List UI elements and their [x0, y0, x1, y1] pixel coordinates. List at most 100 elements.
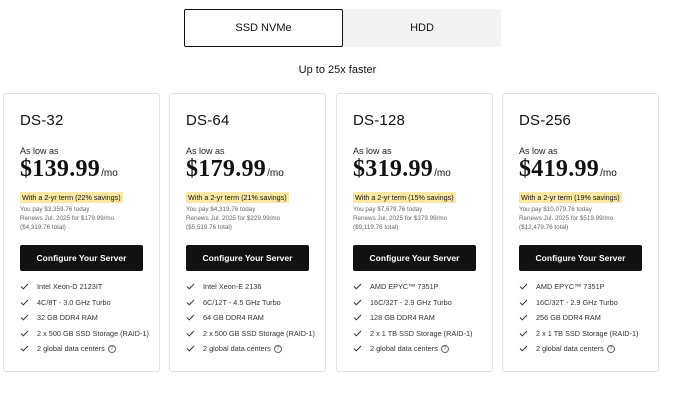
price: $139.99: [20, 156, 101, 182]
feature-text: 4C/8T - 3.0 GHz Turbo: [37, 297, 111, 307]
check-icon: [186, 283, 195, 290]
feature-list: AMD EPYC™ 7351P 16C/32T - 2.9 GHz Turbo …: [353, 279, 472, 357]
feature-list: AMD EPYC™ 7351P 16C/32T - 2.9 GHz Turbo …: [519, 279, 638, 357]
tagline: Up to 25x faster: [298, 64, 377, 76]
configure-server-button[interactable]: Configure Your Server: [519, 245, 642, 271]
configure-server-button[interactable]: Configure Your Server: [186, 245, 309, 271]
price-row: $139.99/mo: [20, 156, 118, 183]
feature-text: 2 global data centers: [203, 344, 271, 354]
plan-name: DS-64: [186, 112, 230, 129]
feature-text: AMD EPYC™ 7351P: [536, 282, 605, 292]
feature-text: 2 x 1 TB SSD Storage (RAID-1): [370, 328, 473, 338]
feature-item: Intel Xeon-D 2123IT: [20, 279, 149, 295]
check-icon: [519, 314, 528, 321]
pay-today-text: You pay $3,359.76 today: [20, 206, 90, 213]
feature-text: Intel Xeon-E 2136: [203, 282, 262, 292]
plan-card-ds-32: DS-32 As low as $139.99/mo With a 2-yr t…: [3, 93, 160, 372]
renewal-text: Renews Jul. 2025 for $519.99/mo: [519, 215, 614, 222]
as-low-as-label: As low as: [186, 146, 225, 156]
feature-item: 256 GB DDR4 RAM: [519, 310, 638, 326]
check-icon: [186, 299, 195, 306]
price-row: $179.99/mo: [186, 156, 284, 183]
feature-item: 2 global data centers?: [186, 341, 315, 357]
as-low-as-label: As low as: [519, 146, 558, 156]
plan-name: DS-128: [353, 112, 406, 129]
check-icon: [186, 345, 195, 352]
feature-list: Intel Xeon-D 2123IT 4C/8T - 3.0 GHz Turb…: [20, 279, 149, 357]
feature-text: 2 global data centers: [37, 344, 105, 354]
feature-item: 6C/12T - 4.5 GHz Turbo: [186, 295, 315, 311]
feature-item: 4C/8T - 3.0 GHz Turbo: [20, 295, 149, 311]
check-icon: [519, 345, 528, 352]
price-row: $419.99/mo: [519, 156, 617, 183]
as-low-as-label: As low as: [20, 146, 59, 156]
feature-item: AMD EPYC™ 7351P: [519, 279, 638, 295]
check-icon: [353, 299, 362, 306]
feature-text: 2 x 1 TB SSD Storage (RAID-1): [536, 328, 639, 338]
feature-item: 2 x 1 TB SSD Storage (RAID-1): [519, 326, 638, 342]
as-low-as-label: As low as: [353, 146, 392, 156]
plan-card-ds-128: DS-128 As low as $319.99/mo With a 2-yr …: [336, 93, 493, 372]
price-period: /mo: [267, 168, 284, 179]
feature-item: 2 global data centers?: [20, 341, 149, 357]
price-period: /mo: [101, 168, 118, 179]
check-icon: [353, 283, 362, 290]
question-circle-icon[interactable]: ?: [273, 344, 282, 353]
price-period: /mo: [600, 168, 617, 179]
feature-text: 2 global data centers: [370, 344, 438, 354]
term-savings-badge: With a 2-yr term (22% savings): [20, 192, 123, 203]
price: $319.99: [353, 156, 434, 182]
feature-item: 16C/32T - 2.9 GHz Turbo: [353, 295, 472, 311]
renewal-text: Renews Jul. 2025 for $379.99/mo: [353, 215, 448, 222]
feature-item: 32 GB DDR4 RAM: [20, 310, 149, 326]
feature-item: 128 GB DDR4 RAM: [353, 310, 472, 326]
tab-hdd[interactable]: HDD: [343, 9, 501, 47]
term-savings-badge: With a 2-yr term (19% savings): [519, 192, 622, 203]
feature-text: 128 GB DDR4 RAM: [370, 313, 435, 323]
check-icon: [20, 345, 29, 352]
renewal-total-text: ($9,119.76 total): [353, 224, 399, 231]
plan-name: DS-32: [20, 112, 64, 129]
feature-item: AMD EPYC™ 7351P: [353, 279, 472, 295]
feature-text: 2 x 500 GB SSD Storage (RAID-1): [203, 328, 315, 338]
check-icon: [519, 330, 528, 337]
plan-card-ds-64: DS-64 As low as $179.99/mo With a 2-yr t…: [169, 93, 326, 372]
pay-today-text: You pay $7,679.76 today: [353, 206, 423, 213]
feature-text: 6C/12T - 4.5 GHz Turbo: [203, 297, 281, 307]
feature-item: 2 global data centers?: [353, 341, 472, 357]
feature-text: AMD EPYC™ 7351P: [370, 282, 439, 292]
configure-server-button[interactable]: Configure Your Server: [20, 245, 143, 271]
feature-item: 16C/32T - 2.9 GHz Turbo: [519, 295, 638, 311]
feature-text: 32 GB DDR4 RAM: [37, 313, 98, 323]
plan-name: DS-256: [519, 112, 572, 129]
feature-item: 2 x 500 GB SSD Storage (RAID-1): [20, 326, 149, 342]
tab-ssd-nvme[interactable]: SSD NVMe: [184, 9, 343, 47]
question-circle-icon[interactable]: ?: [107, 344, 116, 353]
feature-text: 2 x 500 GB SSD Storage (RAID-1): [37, 328, 149, 338]
check-icon: [20, 330, 29, 337]
feature-item: 2 x 500 GB SSD Storage (RAID-1): [186, 326, 315, 342]
price: $179.99: [186, 156, 267, 182]
configure-server-button[interactable]: Configure Your Server: [353, 245, 476, 271]
price-period: /mo: [434, 168, 451, 179]
check-icon: [353, 330, 362, 337]
check-icon: [186, 330, 195, 337]
feature-text: 256 GB DDR4 RAM: [536, 313, 601, 323]
renewal-text: Renews Jul. 2025 for $229.99/mo: [186, 215, 281, 222]
check-icon: [186, 314, 195, 321]
storage-toggle: SSD NVMe HDD: [184, 9, 501, 47]
pay-today-text: You pay $10,079.76 today: [519, 206, 592, 213]
question-circle-icon[interactable]: ?: [440, 344, 449, 353]
check-icon: [20, 314, 29, 321]
check-icon: [353, 314, 362, 321]
feature-item: 64 GB DDR4 RAM: [186, 310, 315, 326]
feature-item: Intel Xeon-E 2136: [186, 279, 315, 295]
feature-item: 2 x 1 TB SSD Storage (RAID-1): [353, 326, 472, 342]
feature-text: Intel Xeon-D 2123IT: [37, 282, 103, 292]
question-circle-icon[interactable]: ?: [606, 344, 615, 353]
check-icon: [353, 345, 362, 352]
term-savings-badge: With a 2-yr term (15% savings): [353, 192, 456, 203]
check-icon: [20, 283, 29, 290]
renewal-total-text: ($12,479.76 total): [519, 224, 569, 231]
check-icon: [20, 299, 29, 306]
